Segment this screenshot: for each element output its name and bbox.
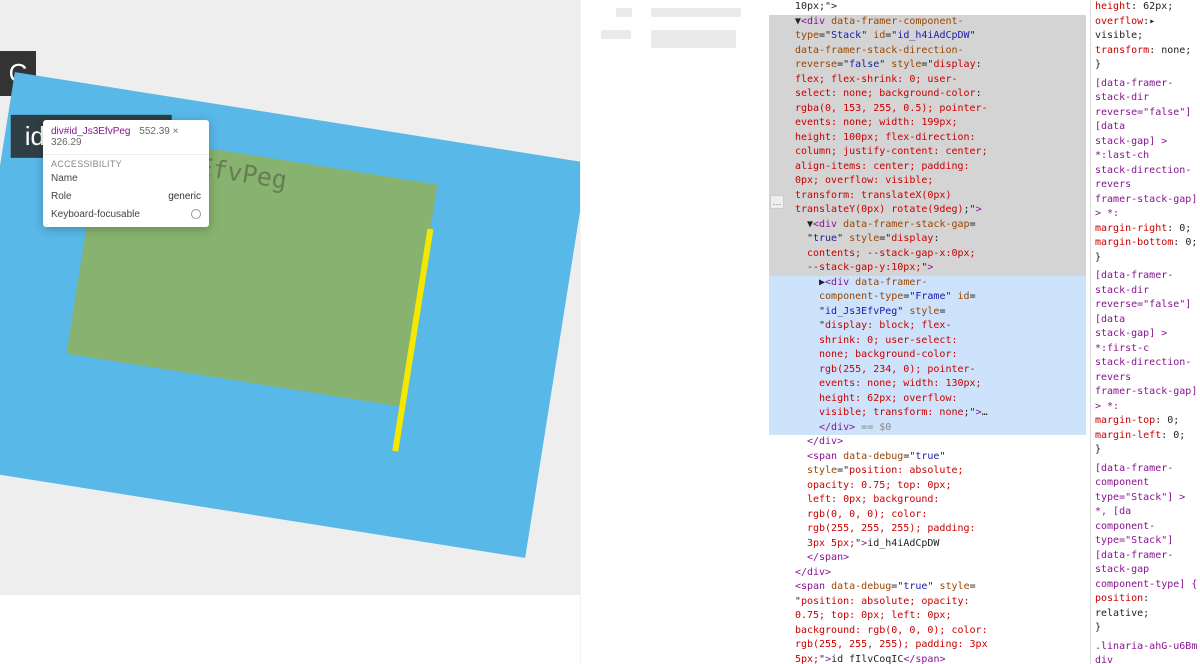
- style-rule[interactable]: [data-framer-stack-dirreverse="false"] […: [1095, 269, 1200, 458]
- dom-line[interactable]: ▼<div data-framer-stack-gap=: [769, 218, 1086, 233]
- placeholder-bar: [616, 8, 632, 17]
- dom-line[interactable]: events: none; width: 199px;: [769, 116, 1086, 131]
- dom-line[interactable]: </span>: [769, 551, 1086, 566]
- dom-line[interactable]: "display: block; flex-: [769, 319, 1086, 334]
- dom-line[interactable]: reverse="false" style="display:: [769, 58, 1086, 73]
- dom-line[interactable]: height: 100px; flex-direction:: [769, 131, 1086, 146]
- dom-line[interactable]: data-framer-stack-direction-: [769, 44, 1086, 59]
- dom-line[interactable]: none; background-color:: [769, 348, 1086, 363]
- style-rule[interactable]: height: 62px; overflow:▸ visible; transf…: [1095, 0, 1200, 73]
- tooltip-row: Keyboard-focusable: [43, 207, 209, 227]
- dom-line[interactable]: background: rgb(0, 0, 0); color:: [769, 624, 1086, 639]
- panel-collapse-handle[interactable]: …: [770, 195, 784, 209]
- dom-line[interactable]: left: 0px; background:: [769, 493, 1086, 508]
- dom-line[interactable]: "id_Js3EfvPeg" style=: [769, 305, 1086, 320]
- dom-line[interactable]: </div> == $0: [769, 421, 1086, 436]
- dom-line[interactable]: ▼<div data-framer-component-: [769, 15, 1086, 30]
- styles-pane[interactable]: height: 62px; overflow:▸ visible; transf…: [1090, 0, 1200, 664]
- placeholder-bar: [651, 8, 741, 17]
- element-inspect-tooltip: div#id_Js3EfvPeg 552.39 × 326.29 ACCESSI…: [43, 120, 209, 227]
- style-rule[interactable]: [data-framer-componenttype="Stack"] > *,…: [1095, 462, 1200, 636]
- dom-line[interactable]: contents; --stack-gap-x:0px;: [769, 247, 1086, 262]
- dom-line[interactable]: opacity: 0.75; top: 0px;: [769, 479, 1086, 494]
- dom-line[interactable]: 10px;">: [769, 0, 1086, 15]
- style-rule[interactable]: [data-framer-stack-dirreverse="false"] […: [1095, 77, 1200, 266]
- canvas-yellow-edge: [392, 229, 433, 452]
- dom-line[interactable]: rgb(255, 255, 255); padding:: [769, 522, 1086, 537]
- middle-panel: [580, 0, 769, 664]
- dom-line[interactable]: 5px;">id_fIlvCoqIC</span>: [769, 653, 1086, 664]
- dom-line[interactable]: events: none; width: 130px;: [769, 377, 1086, 392]
- dom-line[interactable]: align-items: center; padding:: [769, 160, 1086, 175]
- dom-line[interactable]: translateY(0px) rotate(9deg);">: [769, 203, 1086, 218]
- dom-line[interactable]: "position: absolute; opacity:: [769, 595, 1086, 610]
- keyboard-focusable-icon: [191, 209, 201, 219]
- dom-line[interactable]: flex; flex-shrink: 0; user-: [769, 73, 1086, 88]
- tooltip-section-title: ACCESSIBILITY: [43, 155, 209, 171]
- dom-line[interactable]: <span data-debug="true" style=: [769, 580, 1086, 595]
- style-rule[interactable]: .linaria-ahG-u6Bm div image-rendering: p…: [1095, 640, 1200, 664]
- dom-line[interactable]: rgba(0, 153, 255, 0.5); pointer-: [769, 102, 1086, 117]
- dom-line[interactable]: 0px; overflow: visible;: [769, 174, 1086, 189]
- dom-line[interactable]: height: 62px; overflow:: [769, 392, 1086, 407]
- dom-line[interactable]: rgb(0, 0, 0); color:: [769, 508, 1086, 523]
- dom-line[interactable]: ▶<div data-framer-: [769, 276, 1086, 291]
- canvas-bottom-blank: [0, 595, 585, 664]
- dom-line[interactable]: type="Stack" id="id_h4iAdCpDW": [769, 29, 1086, 44]
- tooltip-row: Name: [43, 171, 209, 189]
- tooltip-selector: div#id_Js3EfvPeg: [51, 126, 131, 137]
- dom-line[interactable]: 0.75; top: 0px; left: 0px;: [769, 609, 1086, 624]
- dom-line[interactable]: "true" style="display:: [769, 232, 1086, 247]
- placeholder-bar: [601, 30, 631, 39]
- dom-line[interactable]: transform: translateX(0px): [769, 189, 1086, 204]
- dom-line[interactable]: column; justify-content: center;: [769, 145, 1086, 160]
- dom-line[interactable]: shrink: 0; user-select:: [769, 334, 1086, 349]
- devtools-panel[interactable]: 10px;"> ▼<div data-framer-component- typ…: [769, 0, 1200, 664]
- canvas-preview[interactable]: C id_...CpDW id_Js3EfvPeg div#id_Js3EfvP…: [0, 0, 580, 595]
- dom-line[interactable]: visible; transform: none;">…: [769, 406, 1086, 421]
- dom-line[interactable]: component-type="Frame" id=: [769, 290, 1086, 305]
- tooltip-row: Rolegeneric: [43, 189, 209, 207]
- dom-line[interactable]: select: none; background-color:: [769, 87, 1086, 102]
- dom-line[interactable]: --stack-gap-y:10px;">: [769, 261, 1086, 276]
- placeholder-bar: [651, 30, 736, 48]
- dom-line[interactable]: 3px 5px;">id_h4iAdCpDW: [769, 537, 1086, 552]
- dom-line[interactable]: style="position: absolute;: [769, 464, 1086, 479]
- dom-line[interactable]: rgb(255, 255, 255); padding: 3px: [769, 638, 1086, 653]
- dom-line[interactable]: <span data-debug="true": [769, 450, 1086, 465]
- dom-line[interactable]: rgb(255, 234, 0); pointer-: [769, 363, 1086, 378]
- elements-tree[interactable]: 10px;"> ▼<div data-framer-component- typ…: [769, 0, 1090, 664]
- dom-line[interactable]: </div>: [769, 566, 1086, 581]
- dom-line[interactable]: </div>: [769, 435, 1086, 450]
